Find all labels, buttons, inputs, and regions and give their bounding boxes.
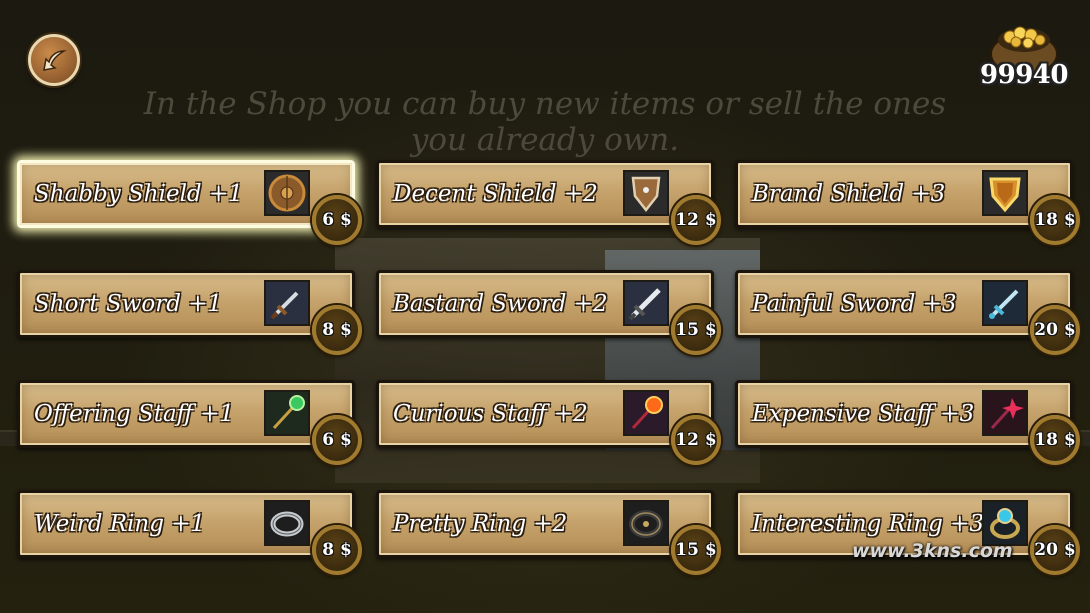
price-label: 12 $	[675, 430, 717, 450]
silver-ring-icon	[264, 500, 310, 546]
price-label: 15 $	[675, 540, 717, 560]
shop-item-card[interactable]: Curious Staff +2 12 $	[376, 380, 721, 465]
shop-item-name: Expensive Staff +3	[752, 401, 975, 427]
price-label: 8 $	[322, 320, 352, 340]
price-badge: 8 $	[312, 525, 362, 575]
price-badge: 8 $	[312, 305, 362, 355]
shop-item-card[interactable]: Shabby Shield +1 6 $	[17, 160, 362, 245]
shop-item-name: Short Sword +1	[34, 291, 223, 317]
price-label: 12 $	[675, 210, 717, 230]
shop-item-name: Brand Shield +3	[752, 181, 946, 207]
blue-sword-icon	[982, 280, 1028, 326]
price-label: 18 $	[1034, 210, 1076, 230]
shop-item-name: Pretty Ring +2	[393, 511, 568, 537]
shop-item-name: Shabby Shield +1	[34, 181, 243, 207]
shop-item-card[interactable]: Brand Shield +3 18 $	[735, 160, 1080, 245]
price-label: 20 $	[1034, 540, 1076, 560]
round-shield-icon	[264, 170, 310, 216]
shop-item-card[interactable]: Weird Ring +1 8 $	[17, 490, 362, 575]
price-label: 15 $	[675, 320, 717, 340]
price-badge: 18 $	[1030, 195, 1080, 245]
green-staff-icon	[264, 390, 310, 436]
price-label: 6 $	[322, 210, 352, 230]
gold-amount: 99940	[980, 60, 1068, 90]
price-badge: 6 $	[312, 415, 362, 465]
shop-info-text: In the Shop you can buy new items or sel…	[143, 86, 947, 158]
price-label: 6 $	[322, 430, 352, 450]
gold-shield-icon	[982, 170, 1028, 216]
shop-item-name: Decent Shield +2	[393, 181, 598, 207]
price-label: 18 $	[1034, 430, 1076, 450]
price-badge: 18 $	[1030, 415, 1080, 465]
shop-item-card[interactable]: Decent Shield +2 12 $	[376, 160, 721, 245]
crimson-staff-icon	[982, 390, 1028, 436]
shop-item-name: Weird Ring +1	[34, 511, 206, 537]
kite-shield-icon	[623, 170, 669, 216]
shop-item-card[interactable]: Pretty Ring +2 15 $	[376, 490, 721, 575]
price-badge: 12 $	[671, 195, 721, 245]
shop-item-card[interactable]: Painful Sword +3 20 $	[735, 270, 1080, 355]
back-arrow-icon	[43, 50, 67, 71]
gold-counter: 99940	[976, 18, 1072, 98]
shop-item-name: Painful Sword +3	[752, 291, 957, 317]
dark-ring-icon	[623, 500, 669, 546]
price-badge: 15 $	[671, 525, 721, 575]
back-button[interactable]	[28, 34, 80, 86]
shop-item-name: Curious Staff +2	[393, 401, 588, 427]
price-badge: 20 $	[1030, 525, 1080, 575]
short-sword-icon	[264, 280, 310, 326]
bastard-sword-icon	[623, 280, 669, 326]
price-badge: 15 $	[671, 305, 721, 355]
fire-staff-icon	[623, 390, 669, 436]
price-badge: 6 $	[312, 195, 362, 245]
shop-item-card[interactable]: Short Sword +1 8 $	[17, 270, 362, 355]
price-badge: 12 $	[671, 415, 721, 465]
shop-item-card[interactable]: Offering Staff +1 6 $	[17, 380, 362, 465]
price-label: 20 $	[1034, 320, 1076, 340]
price-badge: 20 $	[1030, 305, 1080, 355]
shop-item-name: Bastard Sword +2	[393, 291, 608, 317]
shop-item-name: Offering Staff +1	[34, 401, 235, 427]
shop-item-card[interactable]: Bastard Sword +2 15 $	[376, 270, 721, 355]
shop-item-card[interactable]: Expensive Staff +3 18 $	[735, 380, 1080, 465]
price-label: 8 $	[322, 540, 352, 560]
watermark: www.3kns.com	[852, 540, 1013, 562]
